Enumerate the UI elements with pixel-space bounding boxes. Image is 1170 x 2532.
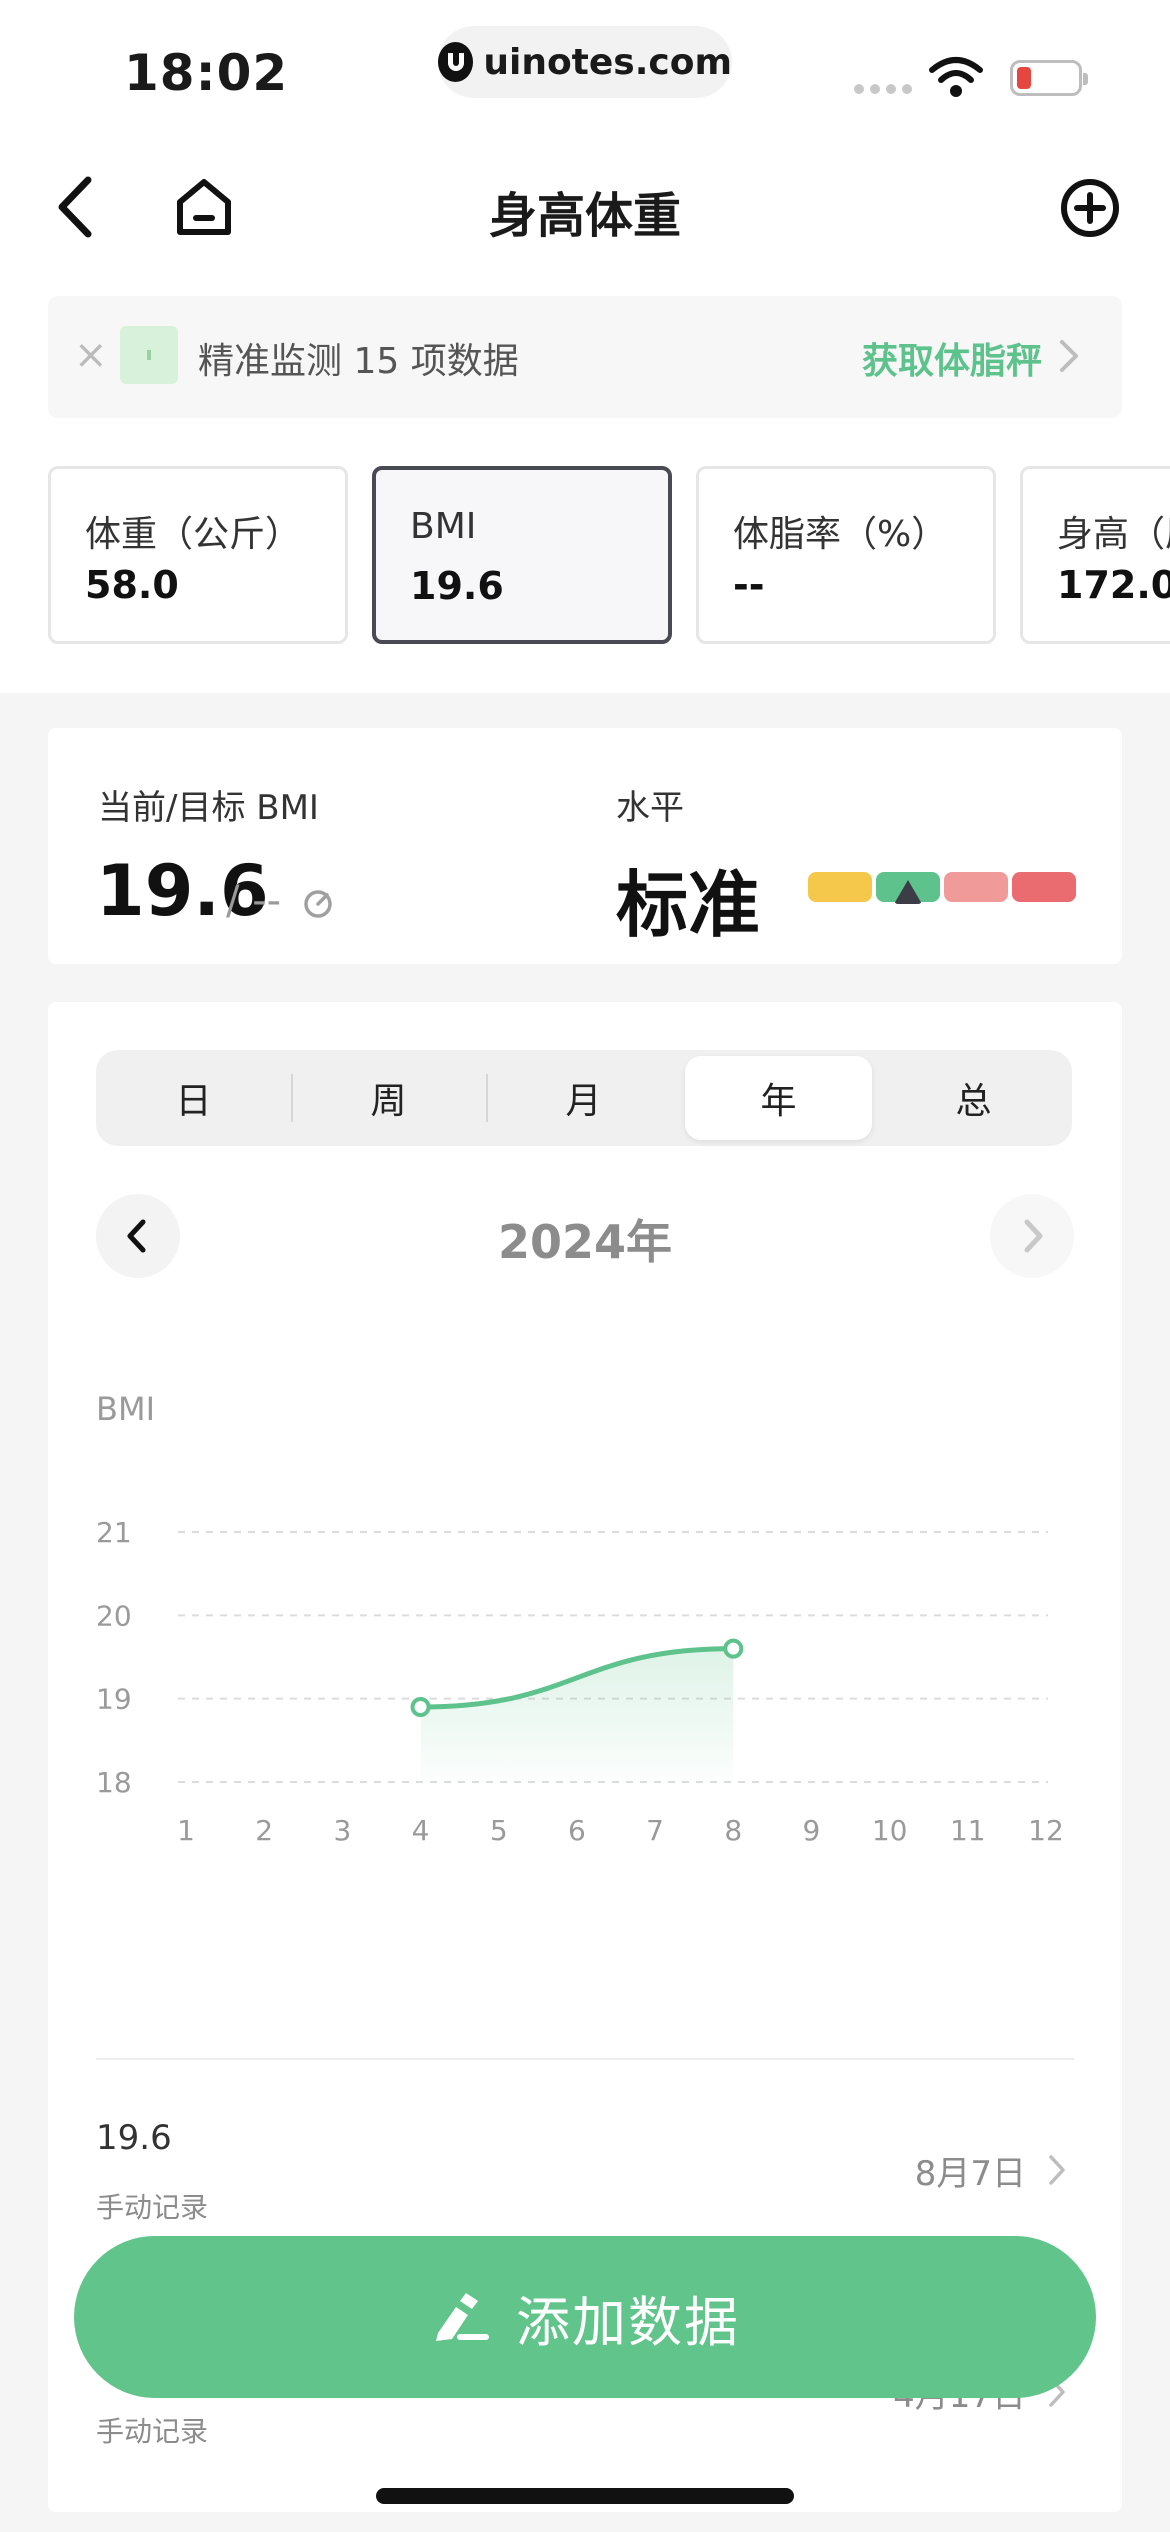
period-label: 2024年 [497,1215,673,1269]
metric-value: 58.0 [85,563,179,607]
bmi-line-chart: BMI181920211 2 3 4 5 6 7 8 9 10 11 12 [96,1390,1064,1847]
wifi-icon [929,57,983,97]
chevron-right-icon [1049,2155,1065,2185]
record-value: 19.6 [96,2118,172,2158]
metric-label: 体脂率（%） [733,514,948,555]
page-title: 身高体重 [488,188,681,244]
level-scale [808,872,1078,904]
x-tick-label: 8 [724,1814,742,1847]
list-divider [96,2058,1074,2060]
edit-pen-icon [436,2293,489,2341]
add-data-label: 添加数据 [516,2290,740,2354]
tab-divider [291,1074,293,1122]
tab-period-3[interactable]: 年 [685,1056,872,1140]
x-tick-label: 5 [490,1814,508,1847]
x-tick-label: 11 [950,1814,986,1847]
next-period-button[interactable] [990,1194,1074,1278]
x-tick-label: 4 [412,1814,430,1847]
x-tick-label: 1 [177,1814,195,1847]
y-tick-label: 19 [96,1683,132,1716]
period-segmented-control: 日周月年总 [96,1050,1072,1146]
metric-value: -- [733,563,765,607]
level-segment-0 [808,872,872,902]
bmi-summary-panel: 当前/目标 BMI 19.6 / -- 水平 标准 [48,728,1122,964]
level-segment-3 [1012,872,1076,902]
series-area [420,1648,734,1782]
battery-icon [1010,60,1088,96]
y-tick-label: 18 [96,1766,132,1799]
url-pill[interactable]: uinotes.com [438,26,732,98]
metric-card-height[interactable]: 身高（厘 172.0 [1020,466,1170,644]
y-tick-label: 21 [96,1516,132,1549]
y-axis-label: BMI [96,1390,155,1428]
metric-card-bmi[interactable]: BMI 19.6 [372,466,672,644]
x-tick-label: 7 [646,1814,664,1847]
target-icon[interactable] [302,888,334,920]
level-value: 标准 [616,863,761,947]
metric-value: 19.6 [410,564,504,608]
add-data-button[interactable]: 添加数据 [74,2236,1096,2398]
level-label: 水平 [616,788,684,828]
level-segment-2 [944,872,1008,902]
x-tick-label: 3 [333,1814,351,1847]
tab-period-2[interactable]: 月 [486,1050,681,1146]
data-point [723,1638,744,1659]
url-text: uinotes.com [483,41,732,83]
banner-text: 精准监测 15 项数据 [198,341,519,382]
x-tick-label: 10 [872,1814,908,1847]
data-point [410,1697,431,1717]
target-bmi: / -- [226,878,282,924]
signal-icon [854,84,912,94]
metric-value: 172.0 [1057,563,1170,607]
record-source: 手动记录 [96,2415,209,2448]
x-tick-label: 2 [255,1814,273,1847]
tab-period-4[interactable]: 总 [876,1050,1071,1146]
summary-label: 当前/目标 BMI [98,788,319,828]
scale-thumbnail-icon [120,326,178,384]
home-indicator [376,2488,794,2504]
close-icon[interactable]: × [74,332,108,378]
x-tick-label: 12 [1028,1814,1064,1847]
x-tick-label: 6 [568,1814,586,1847]
plus-circle-icon[interactable] [1060,178,1120,238]
tab-divider [486,1074,488,1122]
record-date[interactable]: 8月7日 [915,2146,1026,2195]
banner-link[interactable]: 获取体脂秤 [862,332,1042,384]
tab-period-0[interactable]: 日 [96,1050,291,1146]
metric-card-body-fat[interactable]: 体脂率（%） -- [696,466,996,644]
tab-period-1[interactable]: 周 [291,1050,486,1146]
x-tick-label: 9 [803,1814,821,1847]
chevron-right-icon [1060,340,1078,372]
record-source: 手动记录 [96,2191,209,2224]
y-tick-label: 20 [96,1599,132,1632]
status-time: 18:02 [124,44,289,102]
promo-banner[interactable]: × 精准监测 15 项数据 获取体脂秤 [48,296,1122,418]
metric-label: 体重（公斤） [85,514,302,555]
site-logo-icon [438,42,474,82]
metric-label: 身高（厘 [1057,514,1170,555]
metric-card-weight[interactable]: 体重（公斤） 58.0 [48,466,348,644]
level-marker [894,880,922,904]
metric-label: BMI [410,506,477,547]
